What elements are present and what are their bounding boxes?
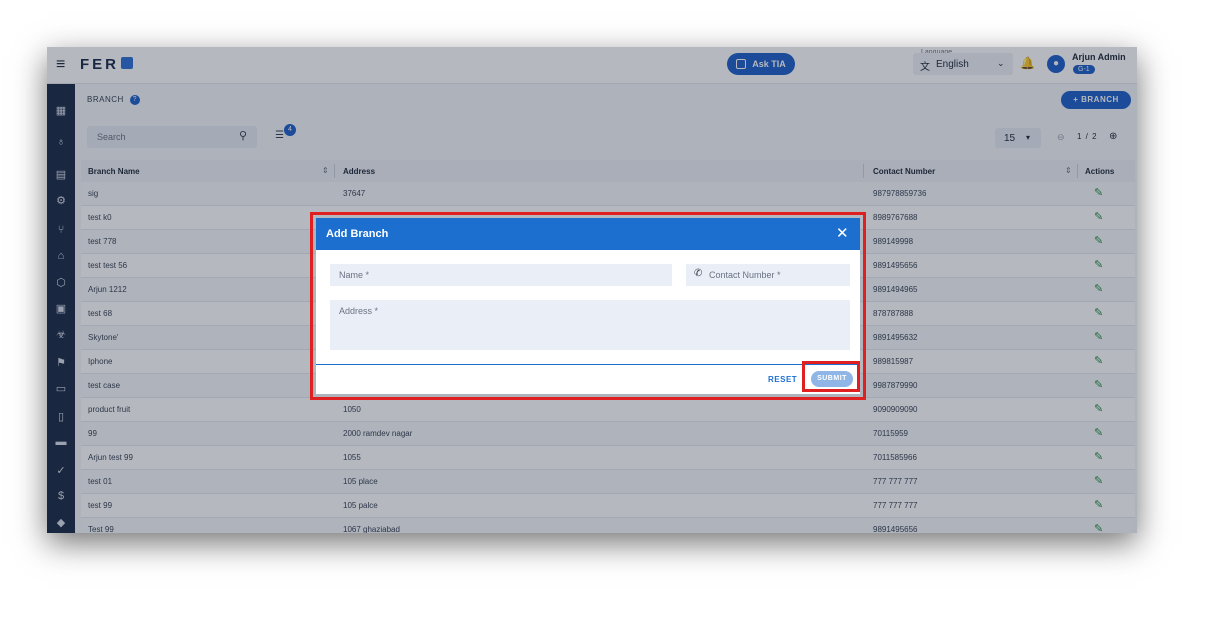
modal-header: Add Branch ✕ [316,218,860,250]
reset-button[interactable]: RESET [768,375,797,384]
add-branch-modal: Add Branch ✕ Name * ✆ Contact Number * A… [316,218,860,394]
contact-placeholder: Contact Number * [709,270,781,280]
phone-icon: ✆ [694,268,703,279]
submit-button[interactable]: SUBMIT [811,371,853,387]
name-field[interactable]: Name * [330,264,672,286]
name-placeholder: Name * [339,270,370,280]
modal-divider [316,364,860,365]
address-field[interactable]: Address * [330,300,850,350]
contact-number-field[interactable]: ✆ Contact Number * [686,264,850,286]
address-placeholder: Address * [339,306,379,316]
modal-title: Add Branch [326,228,389,240]
close-icon[interactable]: ✕ [836,224,849,242]
